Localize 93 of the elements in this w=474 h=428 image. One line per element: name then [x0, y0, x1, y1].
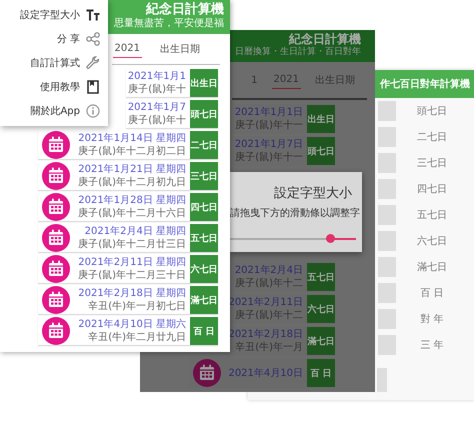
lunar-date-text: 庚子(鼠)年十二月十六日: [78, 207, 186, 220]
lunar-date-text: 庚子(鼠)年十二月初九日: [78, 176, 186, 189]
menu-item-label: 關於此App: [30, 104, 80, 118]
info-icon: [86, 104, 100, 118]
text-size-icon: [86, 9, 100, 21]
date-text: 2021年4月10日 星期六: [78, 318, 186, 331]
tab[interactable]: 2021: [112, 40, 142, 58]
action-button[interactable]: [377, 368, 387, 392]
field-label: 三七日: [416, 156, 448, 170]
calendar-icon: [42, 317, 70, 345]
day-badge: 頭七日: [190, 100, 218, 128]
date-field[interactable]: [378, 309, 396, 329]
day-badge: 五七日: [190, 224, 218, 252]
date-field[interactable]: [378, 153, 396, 173]
day-badge: 出生日: [307, 105, 335, 133]
calendar-icon: [193, 359, 221, 387]
menu-item[interactable]: 關於此App: [0, 99, 108, 123]
menu-item-label: 設定字型大小: [20, 8, 80, 22]
day-badge: 六七日: [190, 255, 218, 283]
date-field[interactable]: [378, 179, 396, 199]
calendar-icon: [42, 131, 70, 159]
menu-item[interactable]: 設定字型大小: [0, 3, 108, 27]
calendar-icon: [42, 193, 70, 221]
date-text: 2021年2月4日: [234, 264, 303, 277]
calendar-icon: [42, 224, 70, 252]
lunar-date-text: 辛丑(牛)年一月初七日: [88, 300, 186, 313]
app-subtitle: 日曆換算・生日計算・百日對年: [235, 46, 361, 59]
menu-item[interactable]: 使用教學: [0, 75, 108, 99]
day-badge: 百 日: [190, 317, 218, 345]
date-field[interactable]: [378, 127, 396, 147]
day-badge: 六七日: [307, 295, 335, 323]
day-badge: 二七日: [190, 131, 218, 159]
date-text: 2021年1月21日 星期四: [78, 163, 186, 176]
date-field[interactable]: [378, 335, 396, 355]
day-badge: 滿七日: [190, 286, 218, 314]
date-field[interactable]: [378, 283, 396, 303]
date-text: 2021年2月4日 星期四: [84, 225, 186, 238]
date-text: 2021年1月7: [128, 101, 186, 114]
date-field[interactable]: [378, 101, 396, 121]
field-label: 三 年: [419, 339, 445, 352]
app-title: 紀念日計算機: [289, 33, 361, 46]
lunar-date-text: 辛丑(牛)年二月廿九日: [88, 331, 186, 344]
tab[interactable]: 出生日期: [158, 39, 202, 59]
wrench-icon: [86, 56, 100, 70]
dialog-title: 設定字型大小: [274, 185, 352, 202]
date-text: 2021年1月1日: [234, 106, 303, 119]
calendar-icon: [42, 162, 70, 190]
date-text: 2021年2月18日: [228, 328, 303, 341]
dialog-message: 請拖曳下方的滑動條以調整字: [230, 206, 361, 220]
date-text: 2021年1月7日: [234, 138, 303, 151]
font-size-slider[interactable]: [230, 234, 356, 244]
field-label: 六七日: [416, 234, 448, 248]
date-text: 2021年2月18日 星期四: [78, 287, 186, 300]
calendar-icon: [42, 255, 70, 283]
calendar-icon: [42, 286, 70, 314]
book-icon: [87, 80, 99, 94]
field-label: 五七日: [416, 208, 448, 222]
lunar-date-text: 庚子(鼠)年十: [128, 114, 186, 127]
app-title: 紀念日計算機: [146, 3, 224, 17]
menu-item-label: 使用教學: [40, 81, 80, 94]
date-text: 2021年2月11日 星期四: [78, 256, 186, 269]
date-text: 2021年1月14日 星期四: [78, 132, 186, 145]
field-label: 對 年: [419, 312, 445, 326]
lunar-date-text: 庚子(鼠)年十二月初二日: [78, 145, 186, 158]
lunar-date-text: 庚子(鼠)年十: [128, 83, 186, 96]
day-badge: 出生日: [190, 69, 218, 97]
date-text: 2021年2月11日: [228, 296, 303, 309]
date-field[interactable]: [378, 205, 396, 225]
date-text: 2021年1月28日 星期四: [78, 194, 186, 207]
day-badge: 滿七日: [307, 327, 335, 355]
day-badge: 五七日: [307, 263, 335, 291]
menu-item-label: 分 享: [56, 32, 80, 46]
day-badge: 四七日: [190, 193, 218, 221]
menu-item-label: 自訂計算式: [30, 56, 80, 70]
field-label: 滿七日: [416, 260, 448, 274]
day-badge: 百 日: [307, 359, 335, 387]
date-field[interactable]: [378, 231, 396, 251]
share-icon: [86, 32, 100, 46]
date-field[interactable]: [378, 257, 396, 277]
lunar-date-text: 庚子(鼠)年十二月廿三日: [78, 238, 186, 251]
field-label: 二七日: [416, 130, 448, 144]
lunar-date-text: 庚子(鼠)年十二月三十日: [78, 269, 186, 282]
menu-item[interactable]: 分 享: [0, 27, 108, 51]
menu-item[interactable]: 自訂計算式: [0, 51, 108, 75]
date-text: 2021年1月1: [128, 70, 186, 83]
app-subtitle: 思量無盡苦，平安便是福: [114, 17, 224, 31]
slider-thumb[interactable]: [326, 234, 335, 243]
day-badge: 頭七日: [307, 137, 335, 165]
field-label: 四七日: [416, 182, 448, 196]
date-text: 2021年4月10日: [228, 366, 303, 380]
day-badge: 三七日: [190, 162, 218, 190]
field-label: 百 日: [419, 287, 445, 300]
field-label: 頭七日: [416, 104, 448, 118]
